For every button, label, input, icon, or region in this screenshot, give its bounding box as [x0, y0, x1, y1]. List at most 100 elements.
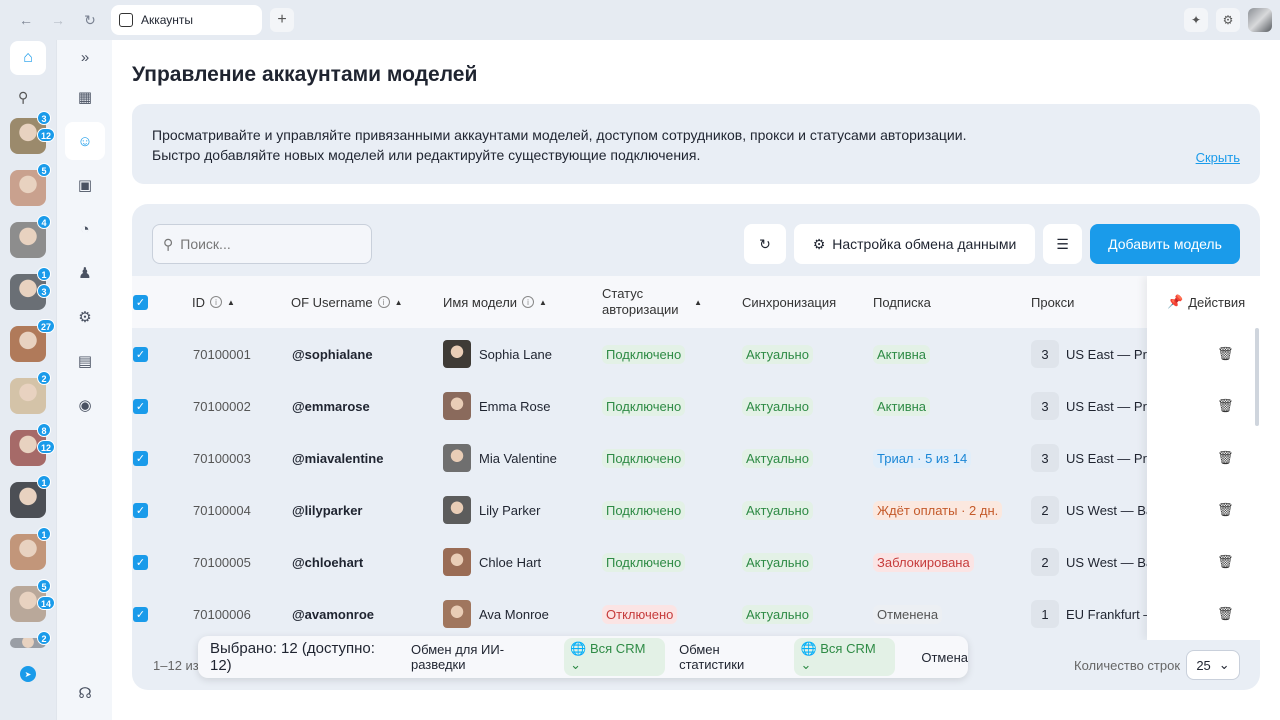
cell-proxy[interactable]: 1 EU Frankfurt – [1031, 588, 1151, 640]
monitor-icon[interactable]: ▣ [65, 166, 105, 204]
search-icon: ⚲ [163, 235, 174, 252]
dashboard-grid-icon[interactable]: ▦ [65, 78, 105, 116]
cell-proxy[interactable]: 2 US West — Bac [1031, 484, 1160, 536]
unread-badge: 3 [37, 284, 51, 298]
reload-icon[interactable]: ↻ [80, 10, 100, 30]
wallet-icon[interactable]: ▤ [65, 342, 105, 380]
telegram-icon[interactable]: ➤ [20, 666, 36, 682]
col-auth-status[interactable]: Статус авторизации ▲ [602, 276, 702, 328]
search-icon[interactable]: ⚲ [18, 89, 28, 106]
staff-icon[interactable]: ♟ [65, 254, 105, 292]
filter-sliders-button[interactable]: ☰ [1043, 224, 1082, 264]
back-arrow-icon[interactable]: ← [16, 10, 36, 30]
sort-up-icon[interactable]: ▲ [694, 298, 702, 307]
stats-exchange-select[interactable]: 🌐 Вся CRM ⌄ [794, 638, 896, 676]
col-id[interactable]: ID i ▲ [192, 276, 235, 328]
add-model-button[interactable]: Добавить модель [1090, 224, 1240, 264]
cancel-button[interactable]: Отмена [921, 650, 968, 665]
refresh-button[interactable]: ↻ [744, 224, 786, 264]
accounts-user-icon[interactable]: ☺ [65, 122, 105, 160]
col-username[interactable]: OF Username i ▲ [291, 276, 403, 328]
cell-model-name[interactable]: Sophia Lane [443, 328, 552, 380]
ai-exchange-select[interactable]: 🌐 Вся CRM ⌄ [564, 638, 666, 676]
row-checkbox[interactable]: ✓ [133, 588, 148, 640]
sparkle-icon[interactable]: ✦ [1184, 8, 1208, 32]
cell-sync: Актуально [742, 328, 813, 380]
cell-proxy[interactable]: 2 US West — Bac [1031, 536, 1160, 588]
cell-proxy[interactable]: 3 US East — Prim [1031, 380, 1161, 432]
delete-trash-icon[interactable]: 🗑 [1217, 536, 1234, 588]
row-checkbox[interactable]: ✓ [133, 380, 148, 432]
browser-tab[interactable]: Аккаунты [111, 5, 262, 35]
col-proxy[interactable]: Прокси [1031, 276, 1074, 328]
delete-trash-icon[interactable]: 🗑 [1217, 432, 1234, 484]
cell-proxy[interactable]: 3 US East — Prim [1031, 328, 1161, 380]
sort-up-icon[interactable]: ▲ [539, 298, 547, 307]
new-tab-button[interactable]: + [270, 8, 294, 32]
cell-username[interactable]: @chloehart [292, 536, 363, 588]
hide-banner-link[interactable]: Скрыть [1196, 148, 1240, 168]
cell-auth-status: Подключено [602, 484, 686, 536]
table-row[interactable]: ✓ 70100002 @emmarose Emma Rose Подключено Акт… [132, 380, 1260, 432]
accounts-table: ✓ ID i ▲ OF Username i ▲ Имя модели i ▲ [132, 276, 1260, 640]
row-checkbox[interactable]: ✓ [133, 484, 148, 536]
row-checkbox[interactable]: ✓ [133, 432, 148, 484]
cell-model-name[interactable]: Emma Rose [443, 380, 551, 432]
sort-up-icon[interactable]: ▲ [395, 298, 403, 307]
table-row[interactable]: ✓ 70100005 @chloehart Chloe Hart Подключено А… [132, 536, 1260, 588]
col-sync[interactable]: Синхронизация [742, 276, 836, 328]
model-name-text: Emma Rose [479, 398, 551, 414]
row-checkbox[interactable]: ✓ [133, 536, 148, 588]
scan-icon[interactable]: ◉ [65, 386, 105, 424]
cell-username[interactable]: @emmarose [292, 380, 370, 432]
table-row[interactable]: ✓ 70100004 @lilyparker Lily Parker Подключен… [132, 484, 1260, 536]
unread-badge: 2 [37, 371, 51, 385]
cell-model-name[interactable]: Mia Valentine [443, 432, 557, 484]
home-icon[interactable]: ⌂ [10, 41, 46, 75]
sort-up-icon[interactable]: ▲ [227, 298, 235, 307]
cell-username[interactable]: @lilyparker [292, 484, 363, 536]
checkbox-checked-icon: ✓ [133, 606, 148, 622]
unread-badge: 5 [37, 163, 51, 177]
col-model-name[interactable]: Имя модели i ▲ [443, 276, 547, 328]
cell-subscription: Активна [873, 328, 931, 380]
info-icon[interactable]: i [210, 296, 222, 308]
table-row[interactable]: ✓ 70100001 @sophialane Sophia Lane Подключен… [132, 328, 1260, 380]
cell-username[interactable]: @avamonroe [292, 588, 374, 640]
info-icon[interactable]: i [522, 296, 535, 308]
pin-icon: 📌 [1167, 294, 1184, 309]
page-title: Управление аккаунтами моделей [132, 63, 478, 86]
search-input[interactable]: ⚲ Поиск... [152, 224, 372, 264]
data-exchange-settings-button[interactable]: ⚙ Настройка обмена данными [794, 224, 1035, 264]
info-icon[interactable]: i [377, 296, 390, 308]
table-row[interactable]: ✓ 70100003 @miavalentine Mia Valentine Подкл… [132, 432, 1260, 484]
expand-chevron-icon[interactable]: » [65, 42, 105, 72]
gear-icon[interactable]: ⚙ [1216, 8, 1240, 32]
delete-trash-icon[interactable]: 🗑 [1217, 484, 1234, 536]
table-row[interactable]: ✓ 70100006 @avamonroe Ava Monroe Отключено Ак… [132, 588, 1260, 640]
delete-trash-icon[interactable]: 🗑 [1217, 380, 1234, 432]
unread-badge: 12 [37, 440, 56, 454]
delete-trash-icon[interactable]: 🗑 [1217, 588, 1234, 640]
user-avatar[interactable] [1248, 8, 1272, 32]
settings-icon[interactable]: ⚙ [65, 298, 105, 336]
tab-title: Аккаунты [141, 13, 194, 27]
cell-model-name[interactable]: Ava Monroe [443, 588, 549, 640]
row-checkbox[interactable]: ✓ [133, 328, 148, 380]
cell-model-name[interactable]: Chloe Hart [443, 536, 541, 588]
cell-username[interactable]: @sophialane [292, 328, 373, 380]
cell-subscription: Активна [873, 380, 931, 432]
sync-status-badge: Актуально [742, 344, 813, 364]
rows-per-page-select[interactable]: 25 ⌄ [1186, 650, 1240, 680]
pie-chart-icon[interactable]: ◔ [65, 210, 105, 248]
col-subscription[interactable]: Подписка [873, 276, 931, 328]
model-avatar [443, 392, 471, 420]
cell-username[interactable]: @miavalentine [292, 432, 383, 484]
headphones-support-icon[interactable]: ☊ [65, 674, 105, 712]
cell-model-name[interactable]: Lily Parker [443, 484, 540, 536]
table-scrollbar[interactable] [1255, 328, 1259, 426]
forward-arrow-icon[interactable]: → [48, 10, 68, 30]
cell-proxy[interactable]: 3 US East — Prim [1031, 432, 1161, 484]
select-all-checkbox[interactable]: ✓ [133, 276, 148, 328]
delete-trash-icon[interactable]: 🗑 [1217, 328, 1234, 380]
